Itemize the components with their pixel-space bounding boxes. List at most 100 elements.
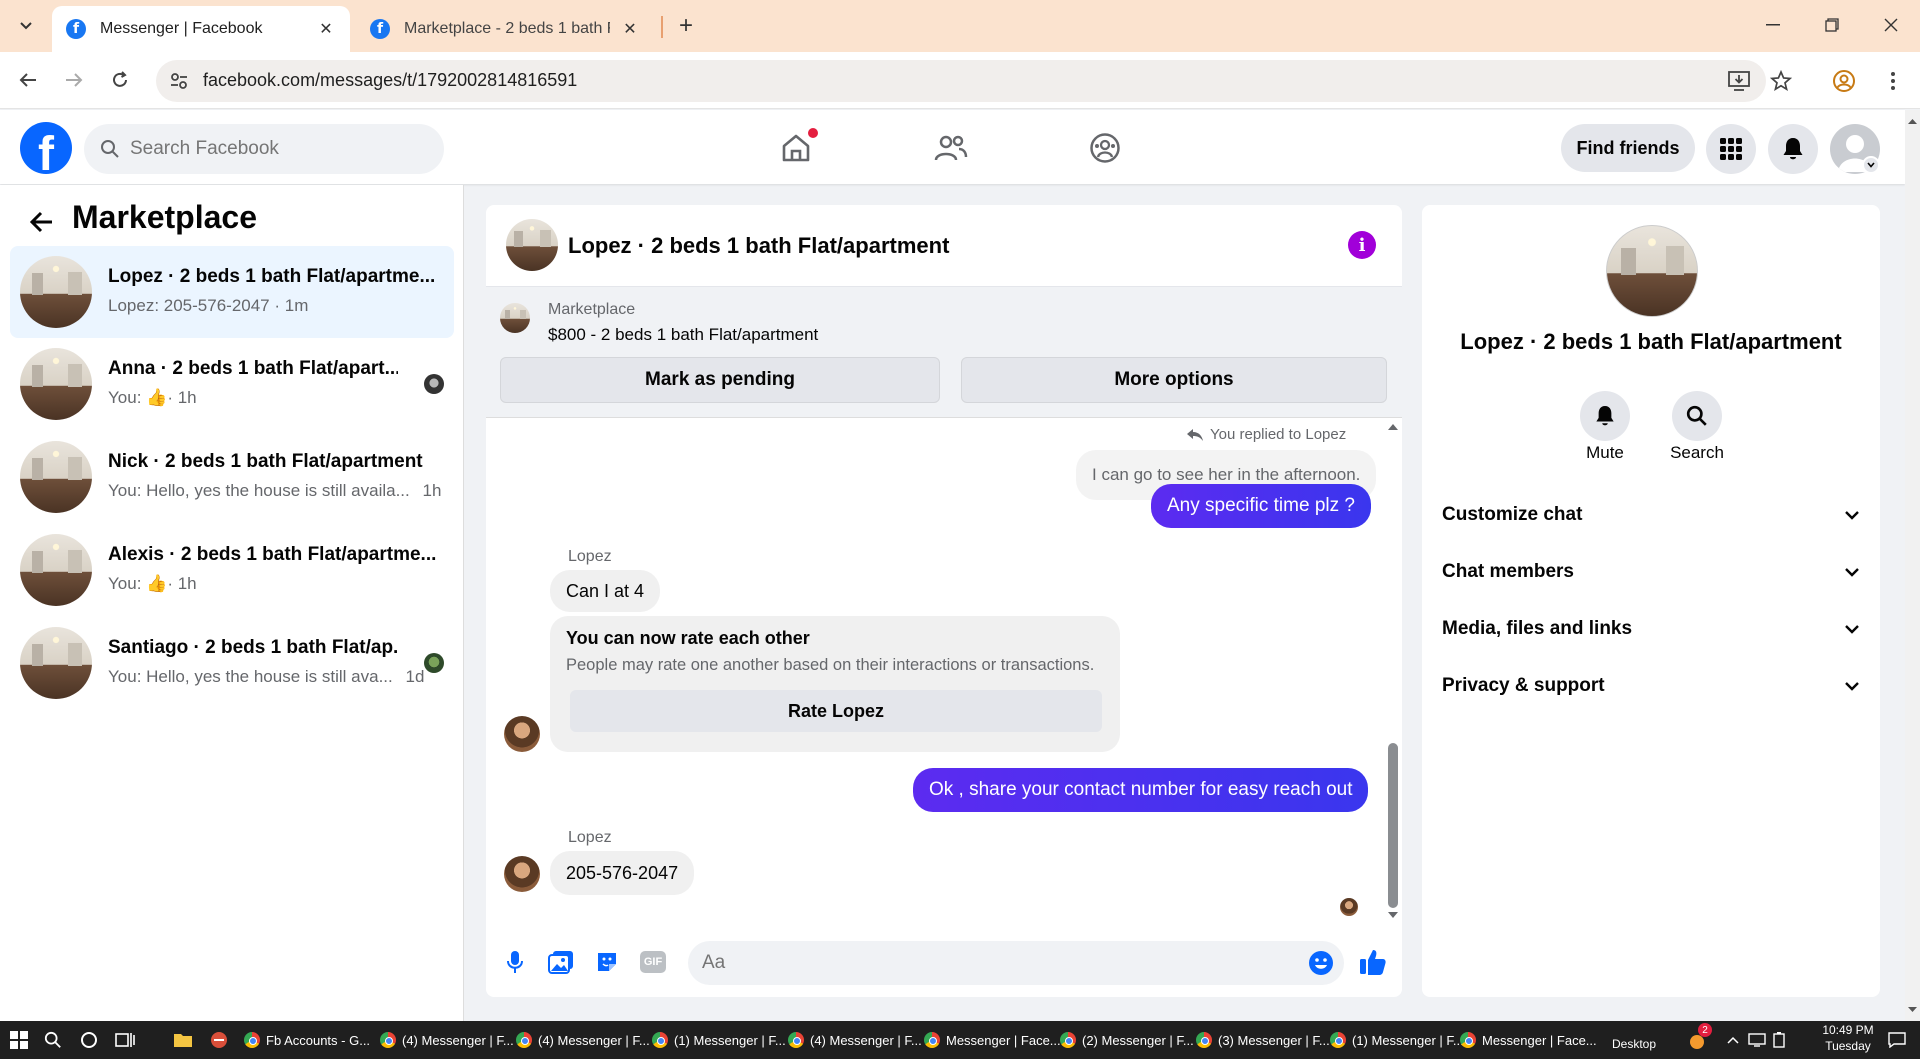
voice-clip-button[interactable] xyxy=(500,947,530,977)
listing-thumbnail[interactable] xyxy=(500,303,530,333)
search-in-chat-button[interactable] xyxy=(1672,391,1722,441)
chat-header: Lopez · 2 beds 1 bath Flat/apartment i xyxy=(486,205,1402,287)
send-like-button[interactable] xyxy=(1358,947,1388,977)
taskbar-app[interactable]: (4) Messenger | F... xyxy=(788,1025,922,1055)
tab-marketplace[interactable]: f Marketplace - 2 beds 1 bath Fla ✕ xyxy=(356,6,654,52)
url-text[interactable]: facebook.com/messages/t/1792002814816591 xyxy=(203,70,577,91)
page-scrollbar[interactable] xyxy=(1905,110,1920,1021)
restore-button[interactable] xyxy=(1803,0,1861,50)
details-avatar[interactable] xyxy=(1606,225,1698,317)
conversation-item-lopez[interactable]: Lopez · 2 beds 1 bath Flat/apartme... Lo… xyxy=(10,246,454,338)
site-settings-icon[interactable] xyxy=(168,70,190,92)
back-to-chats-button[interactable] xyxy=(24,204,60,240)
action-center-icon[interactable] xyxy=(1886,1029,1908,1051)
arrow-left-icon xyxy=(30,211,52,233)
taskbar-app[interactable]: (1) Messenger | F... xyxy=(1330,1025,1464,1055)
facebook-logo[interactable]: f xyxy=(20,122,72,174)
section-media-files-links[interactable]: Media, files and links xyxy=(1442,609,1860,649)
minimize-button[interactable] xyxy=(1744,0,1802,50)
app-icon[interactable] xyxy=(208,1029,230,1051)
sender-avatar[interactable] xyxy=(504,716,540,752)
sender-avatar[interactable] xyxy=(504,856,540,892)
show-hidden-icons[interactable] xyxy=(1722,1029,1744,1051)
taskbar-app[interactable]: (4) Messenger | F... xyxy=(516,1025,650,1055)
conversation-item-santiago[interactable]: Santiago · 2 beds 1 bath Flat/ap... You:… xyxy=(10,617,454,709)
incoming-message[interactable]: 205-576-2047 xyxy=(550,851,695,895)
taskbar-search-icon[interactable] xyxy=(42,1029,64,1051)
close-tab-icon[interactable]: ✕ xyxy=(316,19,336,39)
emoji-icon[interactable] xyxy=(1308,950,1334,976)
conversation-name: Santiago · 2 beds 1 bath Flat/ap... xyxy=(108,637,398,658)
read-receipt-avatar xyxy=(424,653,444,673)
install-app-icon[interactable] xyxy=(1726,68,1752,94)
outgoing-message[interactable]: Ok , share your contact number for easy … xyxy=(913,768,1369,812)
section-chat-members[interactable]: Chat members xyxy=(1442,552,1860,592)
friends-nav[interactable] xyxy=(923,122,979,174)
tab-search-button[interactable] xyxy=(8,10,44,42)
browser-menu-icon[interactable] xyxy=(1880,68,1906,94)
conversation-name: Anna · 2 beds 1 bath Flat/apart... xyxy=(108,358,398,379)
notifications-button[interactable] xyxy=(1768,124,1818,174)
outgoing-message[interactable]: Any specific time plz ? xyxy=(1151,484,1371,528)
chat-avatar[interactable] xyxy=(506,219,558,271)
incoming-message[interactable]: Can I at 4 xyxy=(550,570,661,612)
taskbar-app-label: Messenger | Face... xyxy=(1482,1032,1597,1048)
scroll-up-icon[interactable] xyxy=(1386,422,1400,432)
menu-button[interactable] xyxy=(1706,124,1756,174)
chat-title[interactable]: Lopez · 2 beds 1 bath Flat/apartment xyxy=(568,233,949,259)
task-view-icon[interactable] xyxy=(114,1029,136,1051)
search-input[interactable] xyxy=(130,138,410,160)
reload-button[interactable] xyxy=(102,62,138,98)
conversation-item-alexis[interactable]: Alexis · 2 beds 1 bath Flat/apartme... Y… xyxy=(10,524,454,616)
find-friends-button[interactable]: Find friends xyxy=(1561,124,1695,172)
battery-icon[interactable] xyxy=(1768,1029,1790,1051)
close-tab-icon[interactable]: ✕ xyxy=(620,19,640,39)
more-options-button[interactable]: More options xyxy=(961,357,1387,403)
bell-icon xyxy=(1596,406,1614,426)
taskbar-app[interactable]: Fb Accounts - G... xyxy=(244,1025,370,1055)
account-chevron-icon[interactable] xyxy=(1862,156,1880,174)
taskbar-app[interactable]: (1) Messenger | F... xyxy=(652,1025,786,1055)
section-customize-chat[interactable]: Customize chat xyxy=(1442,495,1860,535)
profile-account-icon[interactable] xyxy=(1831,68,1857,94)
bookmark-star-icon[interactable] xyxy=(1768,68,1794,94)
groups-nav[interactable] xyxy=(1077,122,1133,174)
gif-button[interactable]: GIF xyxy=(638,947,668,977)
conversation-item-nick[interactable]: Nick · 2 beds 1 bath Flat/apartment You:… xyxy=(10,431,454,523)
taskbar-app[interactable]: (4) Messenger | F... xyxy=(380,1025,514,1055)
windows-start-icon[interactable] xyxy=(8,1029,30,1051)
network-icon[interactable] xyxy=(1746,1029,1768,1051)
message-input-box[interactable] xyxy=(688,941,1344,985)
chat-scroll-thumb[interactable] xyxy=(1388,743,1398,908)
message-input[interactable] xyxy=(688,941,1278,985)
sticker-button[interactable] xyxy=(592,947,622,977)
info-icon[interactable]: i xyxy=(1348,231,1376,259)
gif-icon: GIF xyxy=(640,951,666,973)
close-window-button[interactable] xyxy=(1862,0,1920,50)
tab-messenger[interactable]: f Messenger | Facebook ✕ xyxy=(52,6,350,52)
photo-icon xyxy=(548,951,573,974)
desktop-toolbar[interactable]: Desktop xyxy=(1612,1029,1656,1059)
taskbar-app[interactable]: (3) Messenger | F... xyxy=(1196,1025,1330,1055)
scroll-down-icon[interactable] xyxy=(1905,1005,1920,1015)
mute-button[interactable] xyxy=(1580,391,1630,441)
forward-button[interactable] xyxy=(56,62,92,98)
file-explorer-icon[interactable] xyxy=(172,1029,194,1051)
rate-lopez-button[interactable]: Rate Lopez xyxy=(570,690,1102,732)
listing-price-title[interactable]: $800 - 2 beds 1 bath Flat/apartment xyxy=(548,325,818,345)
clock[interactable]: 10:49 PM Tuesday xyxy=(1816,1023,1880,1053)
mark-as-pending-button[interactable]: Mark as pending xyxy=(500,357,940,403)
taskbar-app[interactable]: (2) Messenger | F... xyxy=(1060,1025,1194,1055)
scroll-up-icon[interactable] xyxy=(1905,116,1920,126)
section-privacy-support[interactable]: Privacy & support xyxy=(1442,666,1860,706)
attach-photo-button[interactable] xyxy=(546,947,576,977)
facebook-search[interactable] xyxy=(84,124,444,174)
new-tab-button[interactable]: + xyxy=(670,10,702,42)
taskbar-app[interactable]: Messenger | Face... xyxy=(924,1025,1061,1055)
back-button[interactable] xyxy=(10,62,46,98)
conversation-item-anna[interactable]: Anna · 2 beds 1 bath Flat/apart... You: … xyxy=(10,338,454,430)
taskbar-app[interactable]: Messenger | Face... xyxy=(1460,1025,1597,1055)
scroll-down-icon[interactable] xyxy=(1386,910,1400,920)
cortana-icon[interactable] xyxy=(78,1029,100,1051)
reply-icon xyxy=(1187,428,1203,441)
